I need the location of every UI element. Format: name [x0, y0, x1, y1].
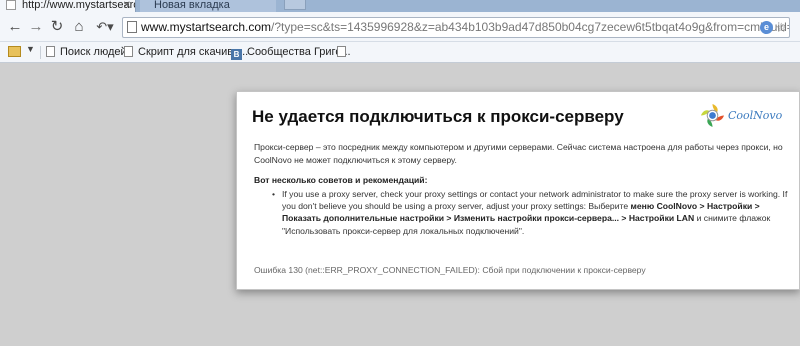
- tab-title: http://www.mystartsearch: [22, 0, 136, 11]
- page-icon: [46, 46, 55, 57]
- error-panel: Не удается подключиться к прокси-серверу…: [236, 91, 800, 290]
- page-icon: [337, 46, 346, 57]
- error-description: Прокси-сервер – это посредник между комп…: [254, 142, 783, 165]
- coolnovo-logo: CoolNovo: [700, 102, 790, 132]
- bookmark-star-icon[interactable]: ☆: [775, 18, 787, 37]
- close-icon[interactable]: ✕: [123, 0, 131, 11]
- undo-arrow-icon[interactable]: ↶▾: [93, 18, 117, 36]
- separator: [40, 46, 41, 59]
- bookmarks-bar: ▼ Поиск людей Скрипт для скачиве... B Соо…: [0, 42, 800, 63]
- folder-icon[interactable]: [8, 46, 21, 57]
- tips-heading: Вот несколько советов и рекомендаций:: [254, 175, 428, 185]
- chevron-down-icon[interactable]: ▼: [26, 44, 35, 54]
- error-code: Ошибка 130 (net::ERR_PROXY_CONNECTION_FA…: [254, 265, 646, 275]
- vk-icon: B: [231, 49, 242, 60]
- bookmark-item[interactable]: Поиск людей: [46, 45, 127, 60]
- new-tab-button[interactable]: [284, 0, 306, 10]
- url-host: www.mystartsearch.com: [141, 20, 272, 34]
- url-path: /?type=sc&ts=1435996928&z=ab434b103b9ad4…: [271, 20, 790, 34]
- bookmark-label: Поиск людей: [60, 46, 127, 58]
- bookmark-item[interactable]: [337, 45, 351, 60]
- url-text: www.mystartsearch.com/?type=sc&ts=143599…: [141, 18, 790, 37]
- page-icon: [127, 21, 137, 33]
- error-title: Не удается подключиться к прокси-серверу: [252, 107, 624, 126]
- extension-icon[interactable]: e: [760, 21, 773, 34]
- bookmark-item[interactable]: Скрипт для скачиве...: [124, 45, 248, 60]
- bookmark-label: Сообщества Григо...: [247, 46, 351, 58]
- tab-strip: http://www.mystartsearch ✕ Новая вкладка: [0, 0, 800, 12]
- reload-icon[interactable]: ↻: [48, 18, 66, 36]
- home-icon[interactable]: ⌂: [70, 18, 88, 36]
- tab-title: Новая вкладка: [154, 0, 230, 11]
- address-bar[interactable]: www.mystartsearch.com/?type=sc&ts=143599…: [122, 17, 790, 38]
- logo-text: CoolNovo: [728, 109, 783, 122]
- page-icon: [124, 46, 133, 57]
- tab-new-tab[interactable]: Новая вкладка: [140, 0, 276, 12]
- page-icon: [6, 0, 16, 10]
- toolbar: ← → ↻ ⌂ ↶▾ www.mystartsearch.com/?type=s…: [0, 12, 800, 42]
- back-arrow-icon[interactable]: ←: [6, 18, 24, 36]
- tab-mystartsearch[interactable]: http://www.mystartsearch ✕: [0, 0, 136, 12]
- forward-arrow-icon[interactable]: →: [27, 18, 45, 36]
- bookmark-item[interactable]: B Сообщества Григо...: [231, 45, 351, 60]
- coolnovo-logo-icon: [700, 103, 725, 128]
- list-item: If you use a proxy server, check your pr…: [272, 188, 797, 237]
- tips-list: If you use a proxy server, check your pr…: [272, 188, 797, 237]
